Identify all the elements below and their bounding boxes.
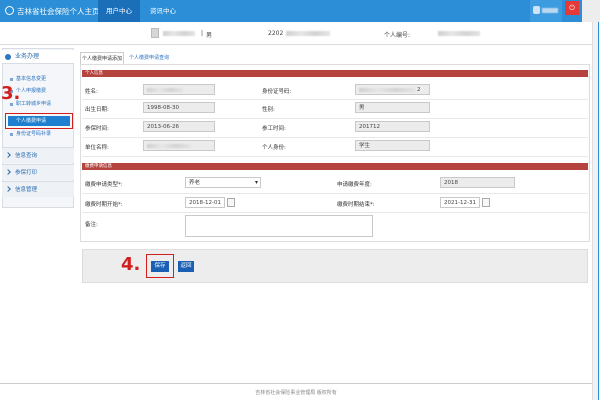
logo-icon [5,6,14,15]
remark-textarea[interactable] [185,215,373,237]
sidebar-group-print[interactable]: 参保打印 [2,164,74,180]
work-date-field: 201712 [355,121,430,132]
row-divider [82,118,588,119]
payment-type-value: 养老 [189,180,201,186]
sidebar-group-manage[interactable]: 信息管理 [2,181,74,197]
power-icon: ⏻ [569,4,575,12]
person-photo-icon [151,28,159,38]
sidebar-item-id-supplement[interactable]: 身份证号码补录 [8,129,70,139]
unit-name-field [143,140,215,151]
payment-year-field: 2018 [440,177,515,188]
row-divider [82,156,588,157]
sidebar-section-business[interactable]: 业务办理 [2,50,74,64]
info-person-number-label: 个人编号: [384,32,411,39]
identity-label: 个人身份: [262,145,286,151]
top-right-panel [582,0,600,22]
row-divider [82,193,588,194]
row-divider [82,137,588,138]
work-date-label: 参工时间: [262,126,286,132]
section-header-payment-info: 缴费申请信息 [82,163,588,170]
name-field [143,84,215,95]
row-divider [82,99,588,100]
gender-field: 男 [355,102,430,113]
info-gender: 男 [206,32,213,39]
redacted-id-number [286,31,330,36]
payment-type-label: 缴费申请类型*: [85,182,123,188]
user-avatar-icon [533,6,540,14]
calendar-icon[interactable] [482,198,490,207]
section-header-personal-info: 个人信息 [82,70,588,77]
tab-payment-apply-query[interactable]: 个人缴费申请查询 [126,52,172,64]
id-number-label: 身份证号码: [262,89,292,95]
payment-start-input[interactable]: 2018-12-01 [185,197,225,208]
back-button[interactable]: 返回 [178,261,194,272]
tab-payment-apply-add[interactable]: 个人缴费申请添加 [80,52,124,64]
gender-label: 性别: [262,107,275,113]
info-separator: | [201,30,204,37]
annotation-step3: 3. [1,83,21,104]
user-menu[interactable] [530,0,562,22]
sidebar-group-query[interactable]: 信息查询 [2,147,74,163]
app-title: 吉林省社会保险个人主页 [17,7,100,16]
redacted-user-name [542,8,558,13]
row-divider [82,212,588,213]
payment-end-label: 缴费时期结束*: [337,202,375,208]
footer-divider [0,383,592,384]
info-id-prefix: 2202 [268,30,284,37]
annotation-step4: 4. [121,254,141,275]
redacted-name [163,31,195,36]
payment-year-label: 申请缴费年度: [337,182,372,188]
remark-label: 备注: [85,222,98,228]
highlight-box-step4 [146,254,174,278]
payment-end-input[interactable]: 2021-12-31 [440,197,480,208]
redacted-person-number [438,31,480,36]
redacted-value [359,88,415,92]
payment-start-label: 缴费时期开始*: [85,202,123,208]
tab-user-center[interactable]: 用户中心 [98,0,140,22]
id-number-field: 2 [355,84,430,95]
chevron-down-icon: ▾ [254,179,258,186]
name-label: 姓名: [85,89,98,95]
tab-info-center[interactable]: 资讯中心 [142,0,184,22]
birth-date-label: 出生日期: [85,107,109,113]
insured-date-field: 2013-06-26 [143,121,215,132]
insured-date-label: 参保时间: [85,126,109,132]
highlight-box-step3 [5,113,73,129]
id-number-suffix: 2 [417,87,421,93]
payment-type-select[interactable]: 养老 ▾ [185,177,261,188]
footer-copyright: 吉林省社会保险事业管理局 版权所有 [255,390,337,396]
unit-name-label: 单位名称: [85,145,109,151]
redacted-value [147,88,183,92]
calendar-icon[interactable] [227,198,235,207]
window-edge [598,22,599,400]
logout-button[interactable]: ⏻ [565,1,579,15]
redacted-value [147,144,191,148]
birth-date-field: 1998-08-30 [143,102,215,113]
identity-field: 学生 [355,140,430,151]
collapse-icon [5,54,11,60]
